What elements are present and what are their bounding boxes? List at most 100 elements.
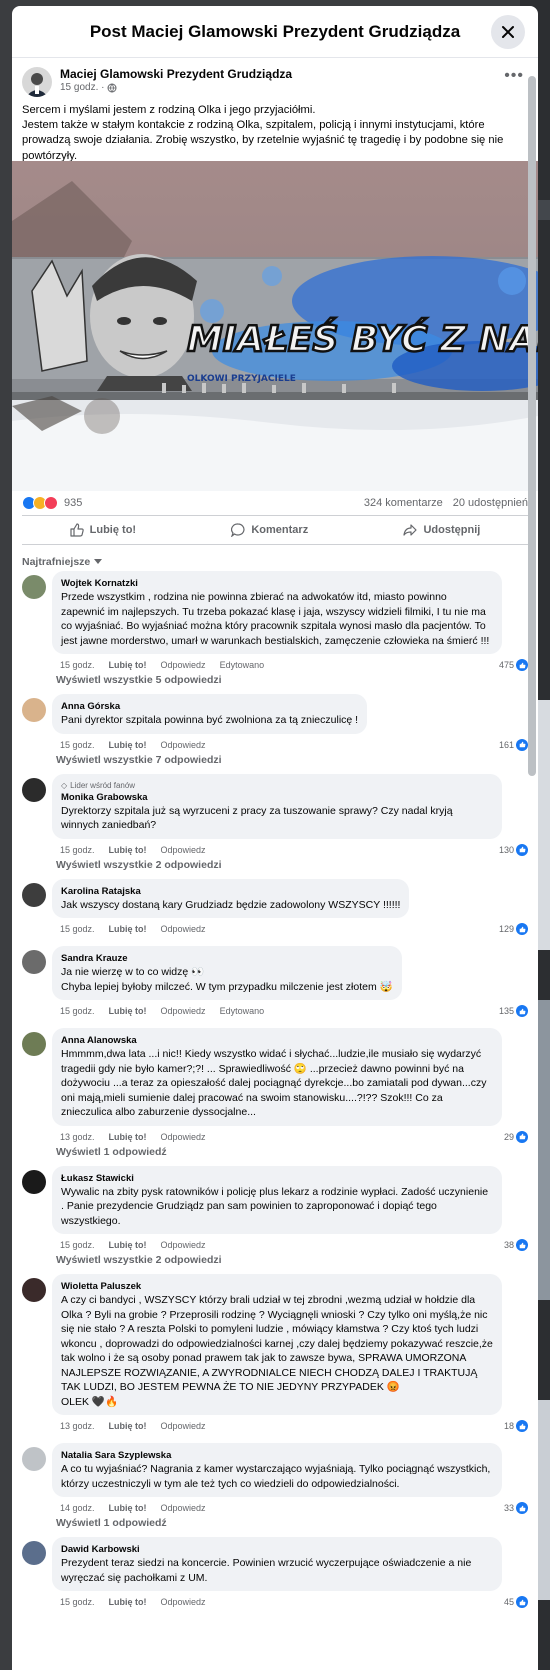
view-replies-link[interactable]: Wyświetl wszystkie 2 odpowiedzi <box>22 857 528 879</box>
comment-bubble: Wojtek Kornatzki Przede wszystkim , rodzi… <box>52 571 502 654</box>
like-count-value: 45 <box>503 1597 514 1607</box>
reactions-summary[interactable]: 935 <box>22 496 82 510</box>
scrollbar[interactable] <box>528 76 536 776</box>
comment-like-button[interactable]: Lubię to! <box>109 1132 147 1142</box>
comment-reply-button[interactable]: Odpowiedz <box>161 924 206 934</box>
comment-time[interactable]: 15 godz. <box>60 740 95 750</box>
comment-reply-button[interactable]: Odpowiedz <box>161 660 206 670</box>
commenter-avatar[interactable] <box>22 882 46 907</box>
comment-bubble: Anna Górska Pani dyrektor szpitala powinn… <box>52 694 368 734</box>
commenter-avatar[interactable] <box>22 1541 46 1565</box>
comment-text: Pani dyrektor szpitala powinna być zwoln… <box>61 714 359 726</box>
comment-reply-button[interactable]: Odpowiedz <box>161 1240 206 1250</box>
comment-like-button[interactable]: Lubię to! <box>109 845 147 855</box>
comment-like-count[interactable]: 135 <box>499 1005 528 1017</box>
comment-like-button[interactable]: Lubię to! <box>109 1503 147 1513</box>
comment-meta: 15 godz. Lubię to! Odpowiedz 161 <box>52 734 528 752</box>
comment-meta: 15 godz. Lubię to! Odpowiedz 130 <box>52 839 528 857</box>
comment-author[interactable]: Anna Górska <box>61 700 358 713</box>
comment-time[interactable]: 14 godz. <box>60 1503 95 1513</box>
commenter-avatar[interactable] <box>22 575 46 599</box>
caret-down-icon <box>94 559 103 564</box>
view-replies-link[interactable]: Wyświetl 1 odpowiedź <box>22 1144 528 1166</box>
like-reaction-icon <box>516 1596 528 1608</box>
comment-like-button[interactable]: Lubię to! <box>109 1006 147 1016</box>
comment-like-count[interactable]: 475 <box>499 659 528 671</box>
comment-reply-button[interactable]: Odpowiedz <box>161 845 206 855</box>
comment-like-button[interactable]: Lubię to! <box>109 740 147 750</box>
comment-author[interactable]: Sandra Krauze <box>61 952 393 965</box>
comment-like-button[interactable]: Lubię to! <box>109 1240 147 1250</box>
comment-time[interactable]: 15 godz. <box>60 924 95 934</box>
like-button[interactable]: Lubię to! <box>70 523 136 537</box>
post-header: Maciej Glamowski Prezydent Grudziądza 15… <box>12 59 538 97</box>
commenter-avatar[interactable] <box>22 950 46 974</box>
view-replies-link[interactable]: Wyświetl wszystkie 2 odpowiedzi <box>22 1252 528 1274</box>
comment-author[interactable]: Karolina Ratajska <box>61 885 400 898</box>
edited-label: Edytowano <box>219 1006 265 1016</box>
comment-time[interactable]: 15 godz. <box>60 1597 95 1607</box>
post-author[interactable]: Maciej Glamowski Prezydent Grudziądza <box>60 67 292 81</box>
comment-button[interactable]: Komentarz <box>231 523 308 537</box>
comment-time[interactable]: 13 godz. <box>60 1132 95 1142</box>
comment-sort-dropdown[interactable]: Najtrafniejsze <box>12 545 538 571</box>
comment-reply-button[interactable]: Odpowiedz <box>161 1132 206 1142</box>
comment-author[interactable]: Wojtek Kornatzki <box>61 577 493 590</box>
comment-time[interactable]: 15 godz. <box>60 660 95 670</box>
author-avatar[interactable] <box>22 67 52 97</box>
comment-author[interactable]: Dawid Karbowski <box>61 1543 493 1556</box>
view-replies-link[interactable]: Wyświetl wszystkie 5 odpowiedzi <box>22 672 528 694</box>
comment-reply-button[interactable]: Odpowiedz <box>161 740 206 750</box>
comment-time[interactable]: 15 godz. <box>60 845 95 855</box>
like-count-value: 33 <box>503 1503 514 1513</box>
comment-reply-button[interactable]: Odpowiedz <box>161 1503 206 1513</box>
comment-reply-button[interactable]: Odpowiedz <box>161 1006 206 1016</box>
comment-bubble: Dawid Karbowski Prezydent teraz siedzi na… <box>52 1537 502 1591</box>
comment-like-count[interactable]: 45 <box>504 1596 528 1608</box>
comment-like-count[interactable]: 33 <box>504 1502 528 1514</box>
post-modal: Post Maciej Glamowski Prezydent Grudziąd… <box>12 6 538 1670</box>
comment-like-count[interactable]: 18 <box>504 1420 528 1432</box>
comment-text: A czy ci bandyci , WSZYSCY którzy brali … <box>61 1294 493 1408</box>
share-count[interactable]: 20 udostępnień <box>453 497 528 509</box>
post-time[interactable]: 15 godz. · <box>60 81 104 95</box>
post-image-mural[interactable]: MIAŁEŚ BYĆ Z NAMI OLKOWI PRZYJACIELE <box>12 161 538 491</box>
comment-like-count[interactable]: 130 <box>499 843 528 856</box>
more-options-icon[interactable]: ••• <box>504 67 524 85</box>
comment-like-count[interactable]: 38 <box>504 1239 528 1251</box>
comment-like-count[interactable]: 129 <box>499 923 528 935</box>
comment-like-count[interactable]: 29 <box>504 1130 528 1143</box>
comment-time[interactable]: 13 godz. <box>60 1421 95 1431</box>
comment-author[interactable]: Natalia Sara Szyplewska <box>61 1449 493 1462</box>
commenter-avatar[interactable] <box>22 1278 46 1302</box>
comment-author[interactable]: Monika Grabowska <box>61 791 493 804</box>
comment-reply-button[interactable]: Odpowiedz <box>161 1597 206 1607</box>
modal-scroll-area[interactable]: Maciej Glamowski Prezydent Grudziądza 15… <box>12 59 538 1670</box>
comment-author[interactable]: Wioletta Paluszek <box>61 1280 493 1293</box>
commenter-avatar[interactable] <box>22 1447 46 1471</box>
comment-time[interactable]: 15 godz. <box>60 1240 95 1250</box>
share-button[interactable]: Udostępnij <box>403 523 480 537</box>
comment-time[interactable]: 15 godz. <box>60 1006 95 1016</box>
comment-text: Wywalic na zbity pysk ratowników i polic… <box>61 1185 489 1227</box>
mural-sub-text: OLKOWI PRZYJACIELE <box>187 374 296 384</box>
comment-author[interactable]: Anna Alanowska <box>61 1034 493 1047</box>
view-replies-link[interactable]: Wyświetl wszystkie 7 odpowiedzi <box>22 752 528 774</box>
commenter-avatar[interactable] <box>22 698 46 722</box>
comment-text: Ja nie wierzę w to co widzę 👀 Chyba lepi… <box>61 966 393 993</box>
comment-like-button[interactable]: Lubię to! <box>109 660 147 670</box>
comment-like-button[interactable]: Lubię to! <box>109 1421 147 1431</box>
comment-count[interactable]: 324 komentarze <box>364 497 443 509</box>
comment-like-button[interactable]: Lubię to! <box>109 924 147 934</box>
comment-like-button[interactable]: Lubię to! <box>109 1597 147 1607</box>
commenter-avatar[interactable] <box>22 777 46 802</box>
comment-reply-button[interactable]: Odpowiedz <box>161 1421 206 1431</box>
commenter-avatar[interactable] <box>22 1169 46 1194</box>
modal-title: Post Maciej Glamowski Prezydent Grudziąd… <box>89 21 461 41</box>
close-button[interactable] <box>491 15 525 49</box>
comment-like-count[interactable]: 161 <box>499 738 528 751</box>
commenter-avatar[interactable] <box>22 1032 46 1056</box>
comment-author[interactable]: Łukasz Stawicki <box>61 1172 493 1185</box>
comment: Wojtek Kornatzki Przede wszystkim , rodzi… <box>22 571 528 694</box>
view-replies-link[interactable]: Wyświetl 1 odpowiedź <box>22 1515 528 1537</box>
